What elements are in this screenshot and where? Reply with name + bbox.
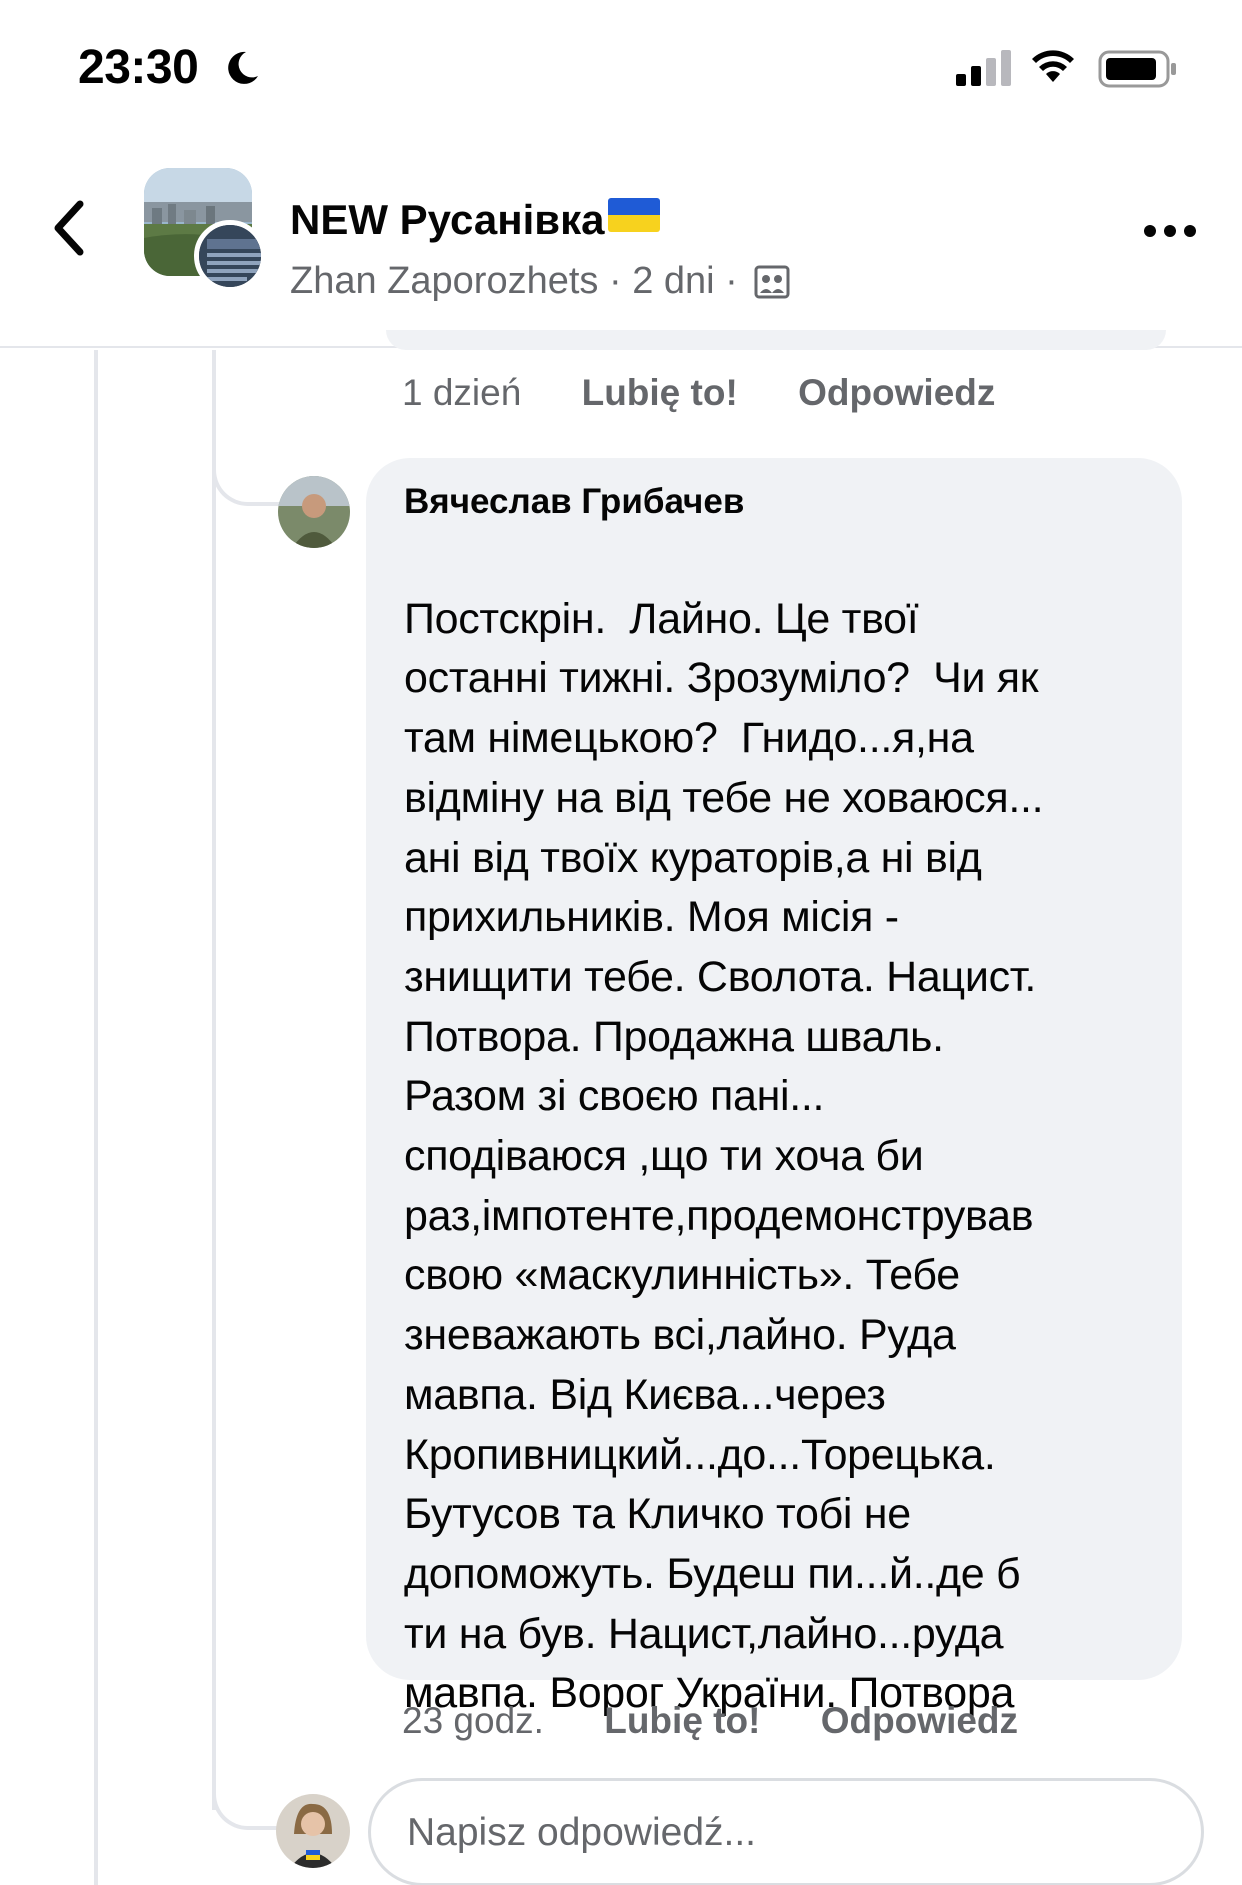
thread-line [212,350,216,1810]
ukraine-flag-icon [608,198,661,232]
meta-separator: · [608,260,622,302]
comment-line: знищити тебе. Сволота. Нацист. [404,952,1037,1001]
thread-branch [212,1780,282,1830]
comment-text: Постскрін. Лайно. Це твої останні тижні.… [404,530,1146,1724]
comment-line: ти на був. Нацист,лайно...руда [404,1609,1004,1658]
post-age[interactable]: 2 dni [632,260,714,302]
commenter-avatar[interactable] [278,476,350,548]
post-header: NEW Русанівка Zhan Zaporozhets · 2 dni · [0,120,1242,348]
cellular-signal-icon [956,50,1011,86]
comment-line: там німецькою? Гнидо...я,на [404,714,974,763]
reply-placeholder[interactable]: Napisz odpowiedź... [407,1811,756,1855]
more-options-icon[interactable] [1142,216,1198,246]
comment-line: свою «маскулинність». Тебе [404,1251,960,1300]
comment-bubble: Вячеслав Грибачев Постскрін. Лайно. Це т… [366,458,1182,1717]
previous-comment-bubble [386,330,1166,350]
thread-line [94,350,98,1885]
group-members-icon [754,265,790,299]
comment-line: Бутусов та Кличко тобі не [404,1490,911,1539]
current-user-avatar [276,1794,350,1868]
post-meta: Zhan Zaporozhets · 2 dni · [290,260,790,303]
status-bar: 23:30 [0,0,1242,120]
status-time: 23:30 [78,41,199,94]
battery-icon [1098,50,1176,88]
comment-line: відміну на від тебе не ховаюся... [404,773,1044,822]
comment-actions: 23 godz. Lubię to! Odpowiedz [402,1700,1018,1742]
group-name-label[interactable]: NEW Русанівка [290,196,604,243]
back-arrow-icon[interactable] [46,198,94,258]
comment-time[interactable]: 23 godz. [402,1700,544,1741]
comment-line: допоможуть. Будеш пи...й..де б [404,1549,1021,1598]
comment-line: ані від твоїх кураторів,а ні від [404,833,982,882]
thread-branch [212,456,282,506]
moon-icon [228,51,258,84]
comment-line: Потвора. Продажна шваль. [404,1012,944,1061]
author-avatar[interactable] [194,220,266,292]
comment-line: останні тижні. Зрозуміло? Чи як [404,654,1039,703]
comment-line: сподіваюся ,що ти хоча би [404,1132,924,1181]
meta-separator: · [725,260,738,302]
comment-line: Кропивницкий...до...Торецька. [404,1430,996,1479]
comment-line: Постскрін. Лайно. Це твої [404,594,919,643]
reply-button[interactable]: Odpowiedz [798,372,995,413]
comment-line: прихильників. Моя місія - [404,893,899,942]
reply-button[interactable]: Odpowiedz [821,1700,1018,1741]
reply-input[interactable]: Napisz odpowiedź... [368,1778,1204,1885]
comment-time[interactable]: 1 dzień [402,372,521,413]
like-button[interactable]: Lubię to! [604,1700,760,1741]
group-name[interactable]: NEW Русанівка [290,196,661,244]
comment-line: раз,імпотенте,продемонстрував [404,1191,1034,1240]
wifi-icon [1032,50,1074,82]
comment-line: Разом зі своєю пані... [404,1072,825,1121]
comment-author[interactable]: Вячеслав Грибачев [404,482,1146,522]
post-author[interactable]: Zhan Zaporozhets [290,260,598,302]
comment-line: зневажають всі,лайно. Руда [404,1311,956,1360]
like-button[interactable]: Lubię to! [582,372,738,413]
comment-line: мавпа. Від Києва...через [404,1370,886,1419]
previous-comment-actions: 1 dzień Lubię to! Odpowiedz [402,372,995,414]
